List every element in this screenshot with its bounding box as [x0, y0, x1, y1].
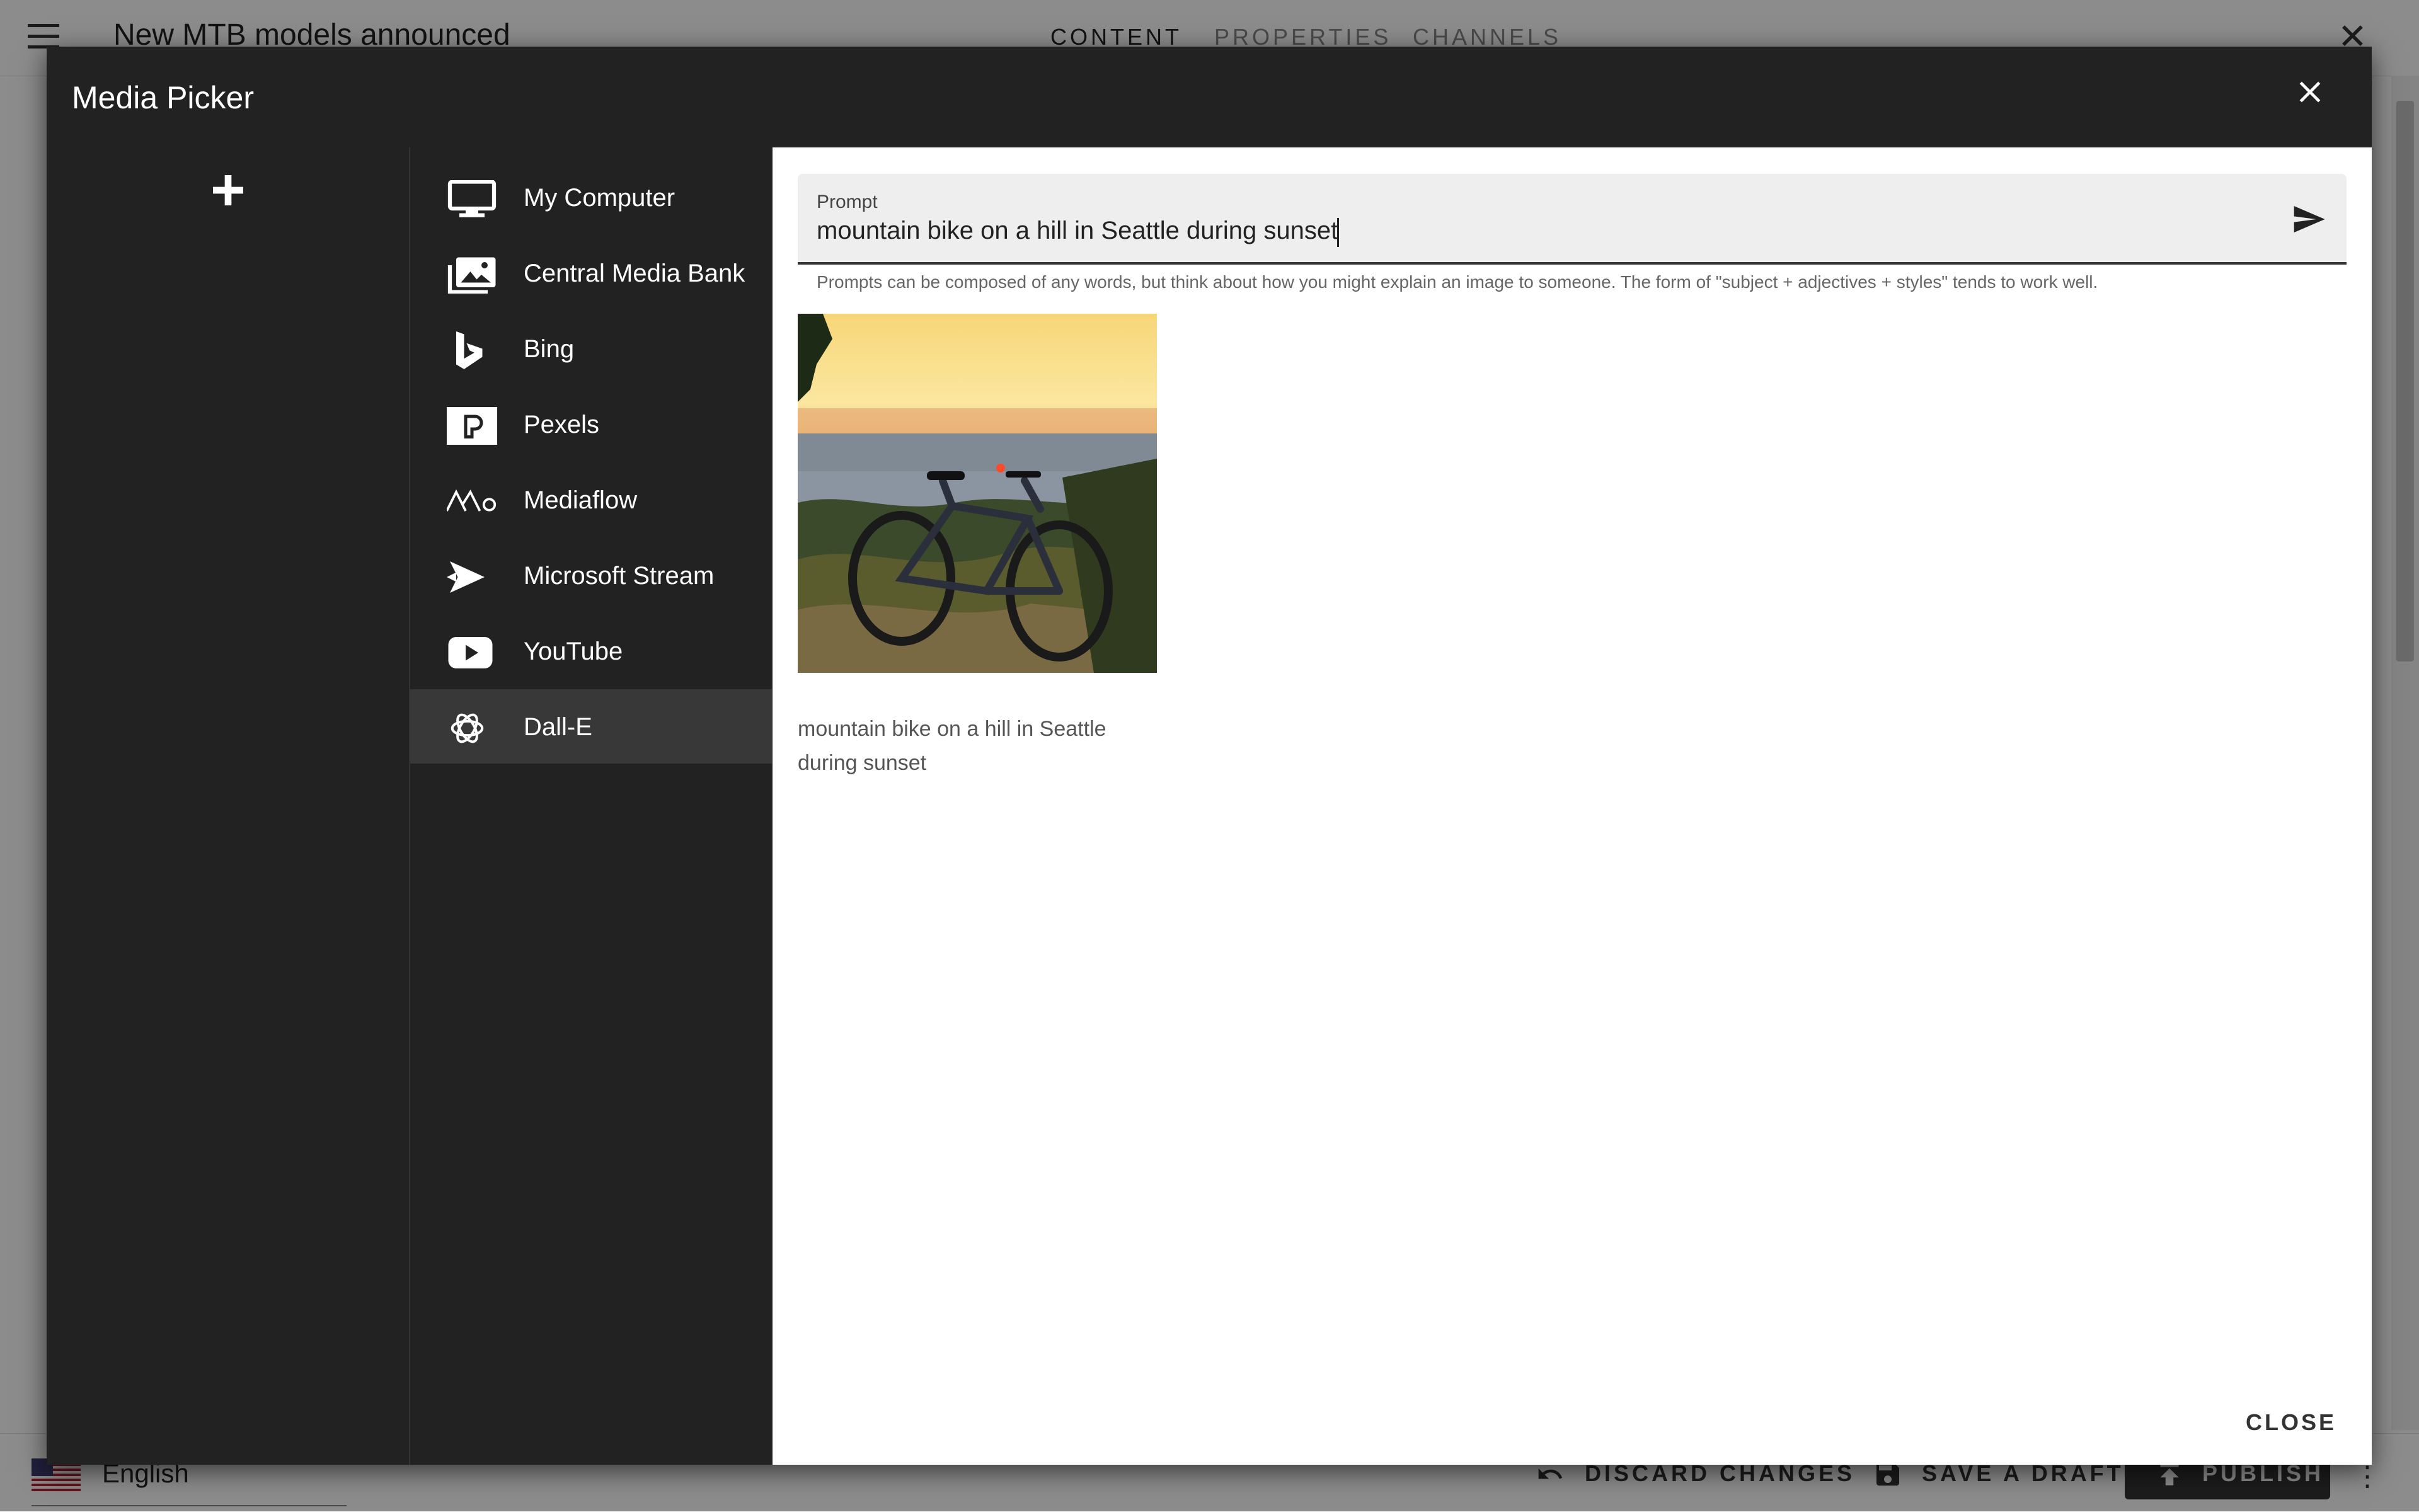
send-icon[interactable] — [2291, 202, 2326, 237]
source-label: Pexels — [524, 411, 600, 438]
source-item-dall-e[interactable]: Dall-E — [410, 689, 772, 764]
source-label: Bing — [524, 335, 575, 363]
result-image[interactable] — [798, 314, 1157, 673]
source-label: My Computer — [524, 184, 675, 212]
source-label: Mediaflow — [524, 486, 638, 514]
result-caption: mountain bike on a hill in Seattle durin… — [798, 717, 1106, 775]
prompt-value[interactable]: mountain bike on a hill in Seattle durin… — [817, 217, 1338, 245]
source-item-my-computer[interactable]: My Computer — [410, 160, 772, 234]
close-icon[interactable] — [2292, 74, 2328, 110]
close-button[interactable]: CLOSE — [2246, 1409, 2336, 1436]
bing-icon — [456, 331, 483, 369]
youtube-icon — [448, 637, 493, 668]
stream-icon — [447, 561, 485, 593]
prompt-label: Prompt — [817, 192, 878, 212]
source-label: Central Media Bank — [524, 260, 745, 287]
prompt-helper-text: Prompts can be composed of any words, bu… — [817, 272, 2098, 292]
monitor-icon — [447, 180, 497, 217]
add-icon[interactable] — [208, 170, 248, 210]
source-item-youtube[interactable]: YouTube — [410, 614, 772, 688]
text-caret — [1337, 218, 1339, 247]
pexels-icon — [447, 407, 497, 445]
media-bank-icon — [447, 257, 496, 294]
source-item-central-media-bank[interactable]: Central Media Bank — [410, 236, 772, 310]
dialog-title: Media Picker — [72, 80, 254, 115]
source-label: Microsoft Stream — [524, 562, 715, 590]
mediaflow-icon — [447, 489, 497, 512]
source-label: Dall-E — [524, 713, 592, 741]
openai-icon — [451, 713, 484, 743]
source-item-mediaflow[interactable]: Mediaflow — [410, 462, 772, 537]
source-item-pexels[interactable]: Pexels — [410, 387, 772, 461]
source-item-microsoft-stream[interactable]: Microsoft Stream — [410, 538, 772, 612]
source-label: YouTube — [524, 638, 623, 665]
source-item-bing[interactable]: Bing — [410, 311, 772, 386]
